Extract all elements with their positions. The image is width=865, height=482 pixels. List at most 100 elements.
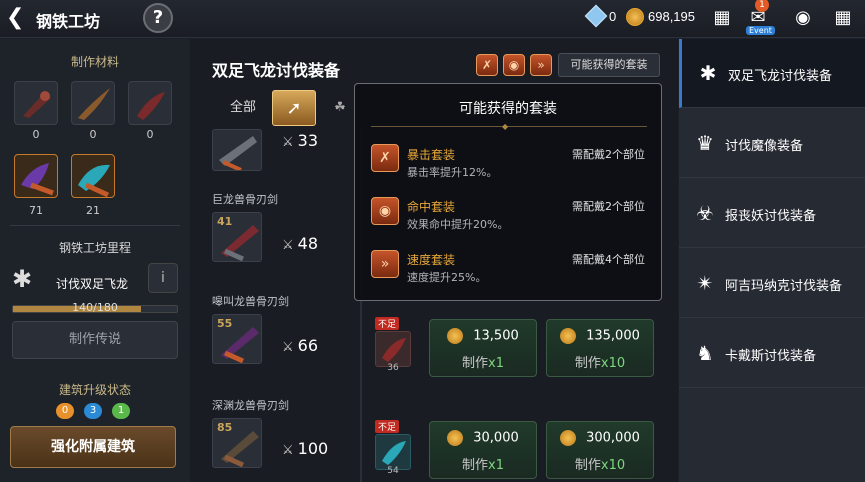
wyvern-icon: ✱	[12, 265, 33, 293]
material-slot-purple-claw[interactable]	[14, 154, 58, 198]
milestone-name: 讨伐双足飞龙	[56, 277, 129, 291]
attack-icon: ⚔	[282, 443, 294, 458]
material-thumb[interactable]	[375, 331, 411, 367]
craft-x10-button[interactable]: 300,000 制作x10	[546, 421, 654, 479]
sidebar-item-wyvern[interactable]: ✱ 双足飞龙讨伐装备	[679, 39, 865, 108]
attack-icon: ⚔	[282, 238, 294, 253]
gem-count: 0	[609, 9, 617, 24]
banshee-icon: ☣	[696, 201, 714, 225]
enhance-building-button[interactable]: 强化附属建筑	[10, 426, 176, 468]
help-button[interactable]: ?	[143, 3, 173, 33]
craft-x1-button[interactable]: 30,000 制作x1	[429, 421, 537, 479]
equipment-slot[interactable]: 85	[212, 418, 262, 468]
craft-label: 制作x10	[574, 356, 626, 371]
beak-icon	[23, 91, 51, 118]
item-level: 85	[217, 421, 233, 434]
item-name: 巨龙兽骨刃剑	[212, 193, 278, 206]
equipment-slot[interactable]: 55	[212, 314, 262, 364]
set-requirement: 需配戴4个部位	[572, 253, 645, 266]
sidebar-item-label: 报丧妖讨伐装备	[725, 209, 817, 224]
material-count: 71	[29, 204, 43, 217]
info-button[interactable]: i	[148, 263, 178, 293]
sword-icon: ➚	[286, 98, 302, 119]
sidebar-item-golem[interactable]: ♛ 讨伐魔像装备	[679, 109, 865, 178]
material-slot-horn[interactable]	[71, 81, 115, 125]
sidebar-item-label: 卡戴斯讨伐装备	[725, 349, 817, 364]
speed-set-icon: »	[371, 250, 399, 278]
gold-coin-icon	[560, 328, 577, 344]
horn-icon	[78, 88, 110, 120]
gold-coin-icon	[447, 328, 464, 344]
craft-x10-button[interactable]: 135,000 制作x10	[546, 319, 654, 377]
attack-value: ⚔ 100	[282, 439, 329, 458]
gem-icon	[584, 4, 608, 28]
material-count: 0	[89, 128, 97, 141]
craft-price: 30,000	[430, 430, 536, 446]
blade-icon	[219, 136, 257, 170]
attack-value: ⚔ 66	[282, 336, 319, 355]
purple-claw-icon	[21, 163, 54, 196]
divider-ornament: ◆	[502, 122, 509, 131]
left-panel: 制作材料 0 0 0 71 21 钢铁工坊里程 ✱ 讨伐双足飞龙 i 140/1…	[0, 39, 190, 482]
material-slot-claw[interactable]	[128, 81, 172, 125]
legend-craft-button[interactable]: 制作传说	[12, 321, 178, 359]
page-title: 钢铁工坊	[36, 12, 101, 31]
sidebar-item-banshee[interactable]: ☣ 报丧妖讨伐装备	[679, 179, 865, 248]
sidebar-item-label: 讨伐魔像装备	[725, 139, 804, 154]
craft-price: 300,000	[547, 430, 653, 446]
upgrade-level-badge: 3	[84, 403, 102, 419]
category-title: 双足飞龙讨伐装备	[212, 61, 341, 80]
sidebar-item-azimanak[interactable]: ✴ 阿吉玛纳克讨伐装备	[679, 249, 865, 318]
item-level: 41	[217, 215, 233, 228]
set-name: 速度套装	[407, 253, 456, 267]
claw-icon	[137, 92, 165, 120]
speed-set-icon[interactable]: »	[530, 54, 552, 76]
set-name: 暴击套装	[407, 148, 456, 162]
materials-title: 制作材料	[70, 55, 119, 69]
hit-set-icon[interactable]: ◉	[503, 54, 525, 76]
tab-all[interactable]: 全部	[220, 90, 266, 126]
equipment-slot[interactable]: 41	[212, 212, 262, 262]
tab-helmet[interactable]: ☘	[330, 90, 350, 126]
sidebar-item-label: 阿吉玛纳克讨伐装备	[725, 279, 843, 294]
attack-value: ⚔ 33	[282, 131, 319, 150]
craft-label: 制作x1	[462, 356, 504, 371]
material-slot-blue-claw[interactable]	[71, 154, 115, 198]
equipment-slot[interactable]	[212, 129, 262, 171]
menu-grid-icon[interactable]: ▦	[830, 6, 856, 30]
chat-icon[interactable]: ◉	[790, 6, 816, 30]
top-bar: ❮ 钢铁工坊 ? 0 698,195 ▦ ✉ 1 Event ◉ ▦	[0, 0, 865, 38]
gold-count: 698,195	[648, 9, 695, 24]
popup-title: 可能获得的套装	[459, 101, 557, 117]
category-sidebar: ✱ 双足飞龙讨伐装备 ♛ 讨伐魔像装备 ☣ 报丧妖讨伐装备 ✴ 阿吉玛纳克讨伐装…	[679, 39, 865, 482]
gold-coin-icon	[626, 8, 644, 26]
possible-sets-button[interactable]: 可能获得的套装	[558, 53, 660, 77]
material-count: 0	[146, 128, 154, 141]
upgrade-title: 建筑升级状态	[58, 383, 131, 397]
material-count: 54	[387, 466, 399, 476]
tab-sword[interactable]: ➚	[272, 90, 316, 126]
material-count: 21	[86, 204, 100, 217]
set-requirement: 需配戴2个部位	[572, 148, 645, 161]
helmet-icon: ☘	[334, 100, 346, 115]
set-desc: 速度提升25%。	[407, 271, 487, 284]
sidebar-item-kades[interactable]: ♞ 卡戴斯讨伐装备	[679, 319, 865, 388]
craft-label: 制作x1	[462, 458, 504, 473]
golem-icon: ♛	[696, 131, 714, 155]
item-name: 深渊龙兽骨刃剑	[212, 399, 289, 412]
back-arrow-icon[interactable]: ❮	[6, 7, 26, 29]
guild-icon[interactable]: ▦	[709, 6, 735, 30]
upgrade-level-badge: 1	[112, 403, 130, 419]
sidebar-item-label: 双足飞龙讨伐装备	[728, 69, 833, 84]
craft-x1-button[interactable]: 13,500 制作x1	[429, 319, 537, 377]
crit-set-icon: ✗	[371, 144, 399, 172]
material-slot-beak[interactable]	[14, 81, 58, 125]
material-count: 0	[32, 128, 40, 141]
divider	[371, 126, 647, 127]
possible-sets-popup: 可能获得的套装 ◆ ✗ 暴击套装 暴击率提升12%。 需配戴2个部位 ◉ 命中套…	[354, 83, 662, 301]
item-level: 55	[217, 317, 233, 330]
material-thumb[interactable]	[375, 434, 411, 470]
event-label[interactable]: Event	[746, 26, 775, 35]
progress-text: 140/180	[72, 301, 118, 314]
crit-set-icon[interactable]: ✗	[476, 54, 498, 76]
